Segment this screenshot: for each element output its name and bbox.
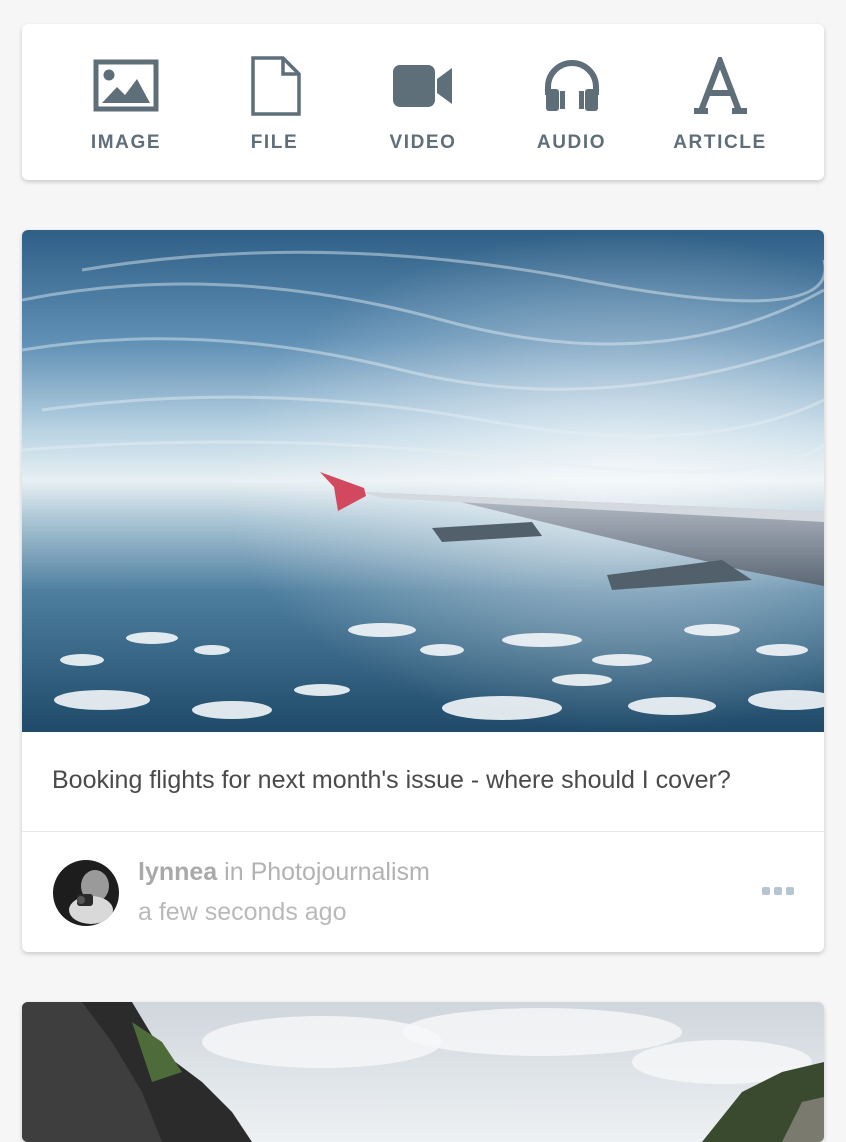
headphones-icon [542,56,602,116]
post-card [22,1002,824,1142]
post-type-article-label: ARTICLE [673,132,767,153]
post-type-audio-button[interactable]: AUDIO [502,24,642,180]
avatar[interactable] [53,860,119,926]
in-text: in [224,858,244,886]
post-type-image-label: IMAGE [90,132,162,153]
image-icon [93,56,159,116]
post-type-article-button[interactable]: ARTICLE [650,24,790,180]
video-icon [391,56,455,116]
post-type-video-button[interactable]: VIDEO [353,24,493,180]
post-type-video-label: VIDEO [389,132,457,153]
post-type-file-label: FILE [250,132,299,153]
post-type-file-button[interactable]: FILE [205,24,345,180]
author-link[interactable]: lynnea [138,858,217,886]
post-type-selector: IMAGE FILE VIDEO AUDIO ARTICLE [22,24,824,180]
community-link[interactable]: Photojournalism [251,858,430,886]
article-icon [690,56,750,116]
post-author-line: lynnea in Photojournalism [138,858,430,887]
post-photo[interactable] [22,230,824,732]
post-card: Booking flights for next month's issue -… [22,230,824,952]
post-caption: Booking flights for next month's issue -… [22,732,824,832]
post-photo[interactable] [22,1002,824,1142]
post-type-image-button[interactable]: IMAGE [56,24,196,180]
more-options-icon[interactable] [762,884,794,898]
post-type-audio-label: AUDIO [536,132,607,153]
post-meta: lynnea in Photojournalism a few seconds … [22,832,824,952]
post-timestamp: a few seconds ago [138,898,347,926]
file-icon [247,56,303,116]
